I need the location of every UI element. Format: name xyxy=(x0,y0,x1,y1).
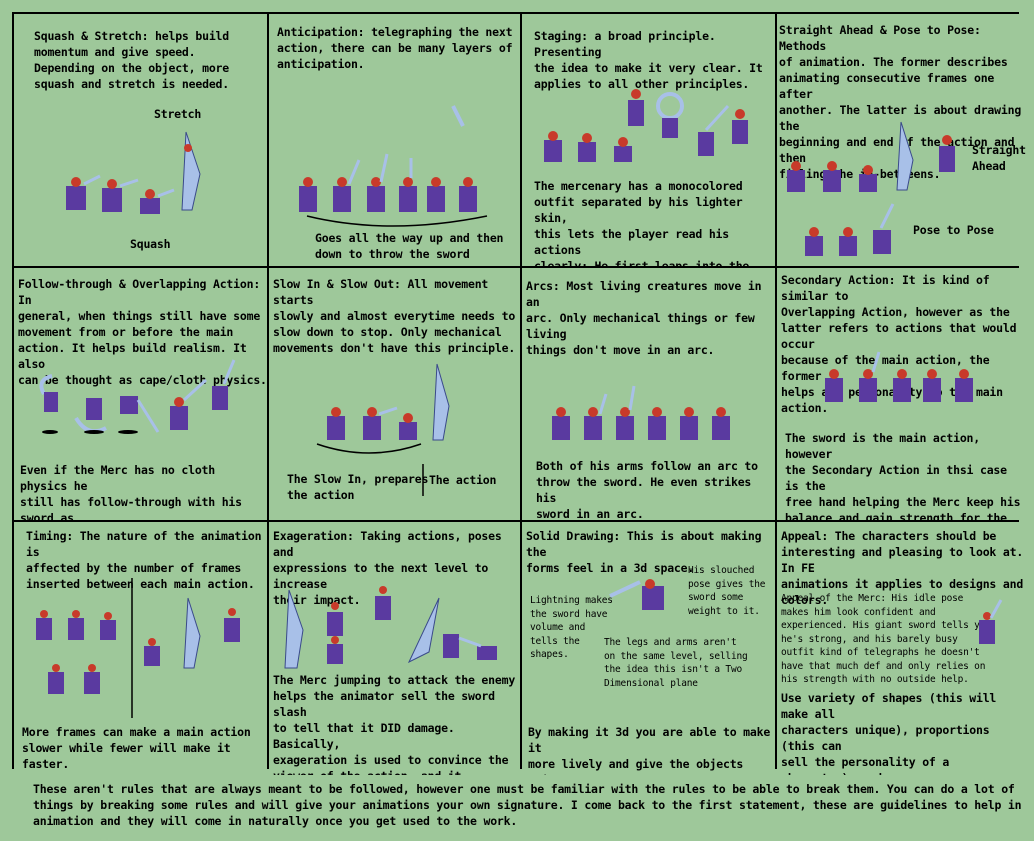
merc-sprite xyxy=(578,133,596,162)
merc-sprite xyxy=(74,398,107,434)
arcs-sprites xyxy=(552,385,730,440)
merc-sprite xyxy=(399,158,417,212)
merc-sprite xyxy=(544,131,562,162)
merc-sprite xyxy=(648,407,666,440)
merc-sprite xyxy=(427,177,445,212)
merc-sprite xyxy=(859,351,881,402)
merc-sprite xyxy=(327,602,343,636)
merc-sprite xyxy=(939,135,955,172)
stretched-sword-sprite xyxy=(432,363,450,441)
footer-note: These aren't rules that are always meant… xyxy=(33,782,1022,828)
thrown-sword xyxy=(451,105,465,127)
merc-sprite xyxy=(36,610,52,640)
panel-solid-drawing: Solid Drawing: This is about making the … xyxy=(522,522,775,775)
stretched-sword-sprite xyxy=(181,131,201,211)
merc-sprite xyxy=(299,177,317,212)
appeal-sprites xyxy=(979,599,1003,644)
panel-secondary-action: Secondary Action: It is kind of similar … xyxy=(777,268,1027,520)
merc-sprite xyxy=(39,374,58,434)
solid-drawing-sprites xyxy=(609,579,664,610)
merc-sprite xyxy=(839,227,857,256)
merc-sprite xyxy=(399,413,417,440)
panel-slow-in-out: Slow In & Slow Out: All movement starts … xyxy=(269,268,520,520)
merc-sprite xyxy=(363,406,398,440)
panel-timing: Timing: The nature of the animation is a… xyxy=(14,522,267,775)
merc-sprite xyxy=(333,159,361,212)
merc-sprite xyxy=(102,178,139,212)
merc-sprite xyxy=(923,369,941,402)
merc-sprite xyxy=(609,579,664,610)
panel-anticipation: Anticipation: telegraphing the next acti… xyxy=(269,14,520,266)
merc-sprite xyxy=(787,161,805,192)
merc-sprite xyxy=(224,608,240,642)
merc-sprite xyxy=(84,664,100,694)
merc-sprite xyxy=(327,636,343,664)
merc-sprite xyxy=(48,664,64,694)
stretched-sword-sprite xyxy=(183,597,201,669)
merc-sprite xyxy=(459,177,477,212)
merc-sprite xyxy=(656,92,684,138)
panel-squash-stretch: Squash & Stretch: helps build momentum a… xyxy=(14,14,267,266)
panel-appeal: Appeal: The characters should be interes… xyxy=(777,522,1027,775)
exageration-sprites xyxy=(284,586,497,669)
merc-sprite xyxy=(66,174,101,210)
staging-sprites xyxy=(544,89,748,162)
bracket xyxy=(306,215,488,227)
merc-sprite xyxy=(458,636,497,660)
merc-sprite xyxy=(823,161,841,192)
merc-sprite xyxy=(443,634,459,658)
timing-sprites xyxy=(36,578,240,718)
merc-sprite xyxy=(614,137,632,162)
merc-sprite xyxy=(375,586,391,620)
merc-sprite xyxy=(170,378,208,430)
merc-sprite xyxy=(680,407,698,440)
merc-sprite xyxy=(616,385,636,440)
merc-sprite xyxy=(212,359,236,410)
merc-sprite xyxy=(628,89,644,126)
bracket xyxy=(316,443,422,454)
merc-sprite xyxy=(584,393,608,440)
panel-staging: Staging: a broad principle. Presenting t… xyxy=(522,14,775,266)
panel-arcs: Arcs: Most living creatures move in an a… xyxy=(522,268,775,520)
slow-in-out-sprites xyxy=(316,363,450,496)
merc-sprite xyxy=(955,369,973,402)
merc-sprite xyxy=(873,203,895,254)
merc-sprite xyxy=(552,407,570,440)
merc-sprite xyxy=(859,165,877,192)
follow-through-sprites xyxy=(39,359,236,434)
stretched-sword-sprite xyxy=(284,589,304,669)
merc-sprite xyxy=(144,638,160,666)
merc-sprite xyxy=(327,407,345,440)
slash-sprite xyxy=(407,597,440,664)
principles-grid: Squash & Stretch: helps build momentum a… xyxy=(12,12,1027,775)
merc-sprite xyxy=(805,227,823,256)
merc-sprite xyxy=(712,407,730,440)
straight-ahead-sprites xyxy=(787,121,955,256)
merc-sprite xyxy=(893,369,911,402)
secondary-action-sprites xyxy=(825,351,973,402)
merc-sprite xyxy=(118,396,160,434)
panel-straight-ahead: Straight Ahead & Pose to Pose: Methods o… xyxy=(777,14,1027,266)
merc-sprite xyxy=(825,369,843,402)
squash-stretch-sprites xyxy=(66,131,201,214)
anticipation-sprites xyxy=(299,105,488,227)
merc-sprite xyxy=(979,599,1003,644)
merc-sprite xyxy=(100,612,116,640)
merc-sprite xyxy=(140,188,175,214)
merc-sprite xyxy=(698,104,730,156)
panel-exageration: Exageration: Taking actions, poses and e… xyxy=(269,522,520,775)
merc-sprite xyxy=(367,153,389,212)
merc-sprite xyxy=(732,109,748,144)
panel-follow-through: Follow-through & Overlapping Action: In … xyxy=(14,268,267,520)
merc-sprite xyxy=(68,610,84,640)
stretched-sword-sprite xyxy=(896,121,914,191)
